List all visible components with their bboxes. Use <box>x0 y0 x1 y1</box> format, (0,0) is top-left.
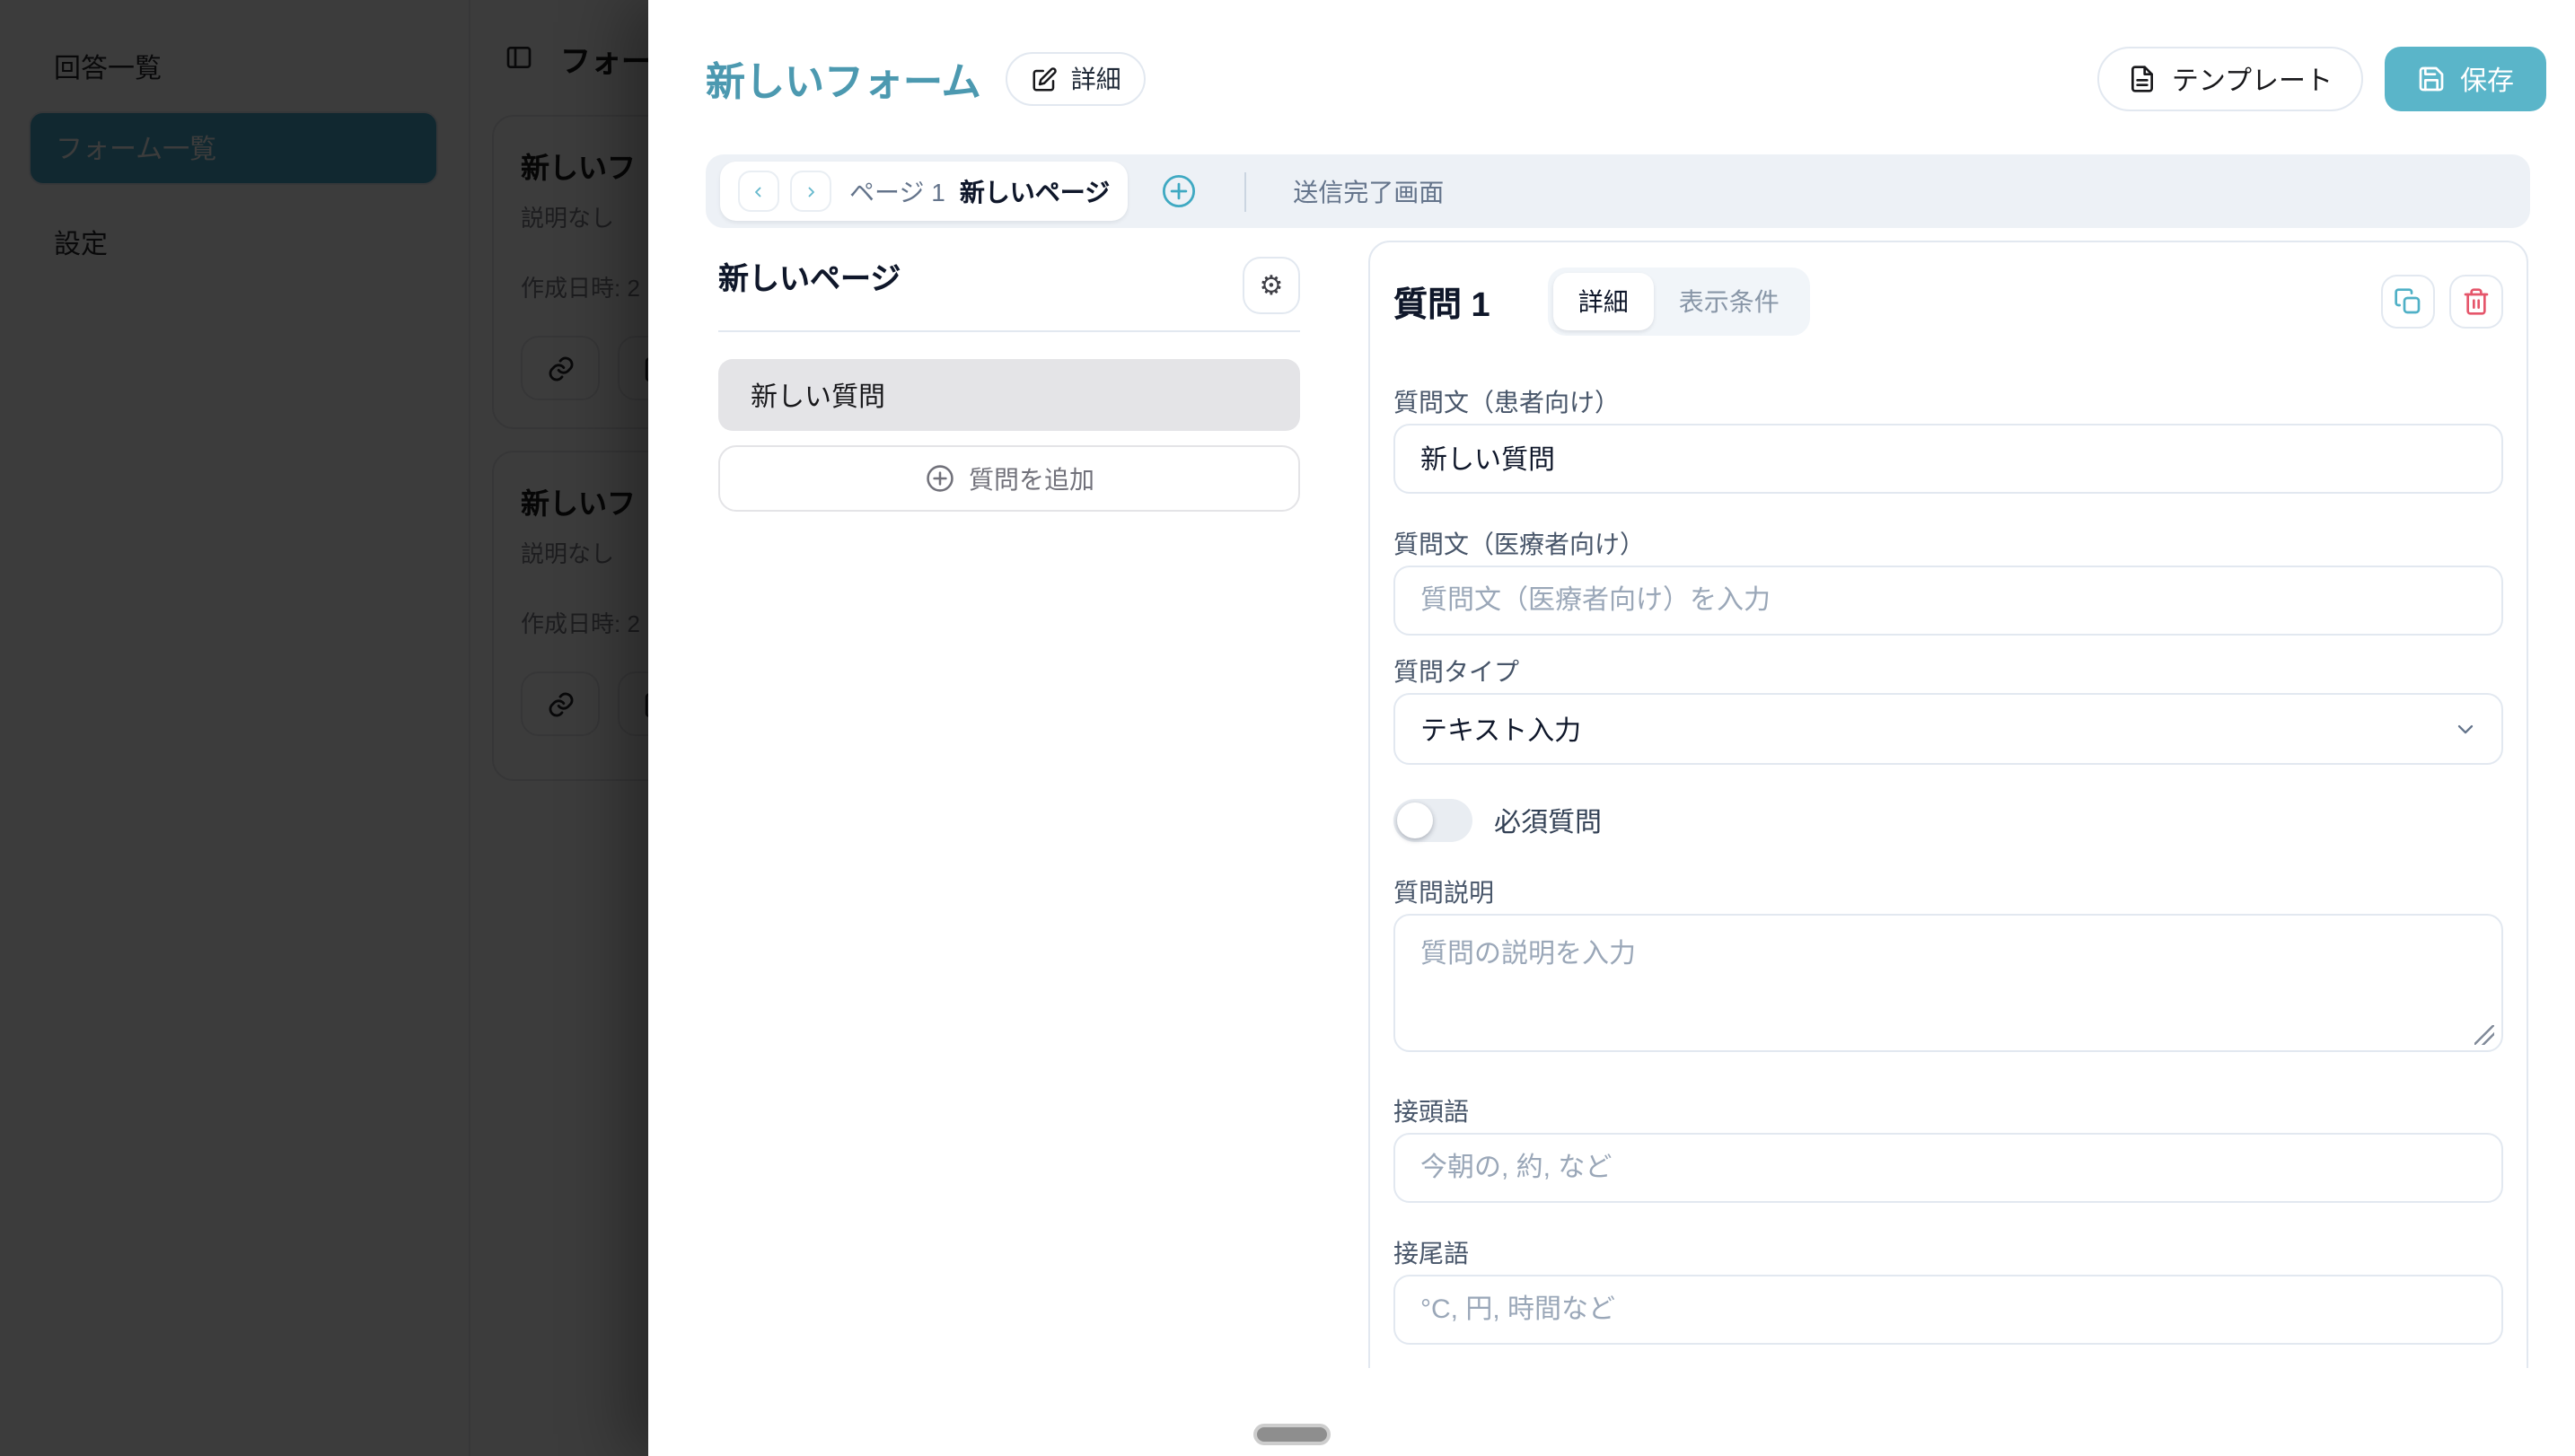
app-screen: 回答一覧 フォーム一覧 設定 フォー 新しいフ 説明なし 作成日時: 2 <box>0 0 2575 1456</box>
chevron-down-icon <box>2453 716 2478 741</box>
field-prefix: 接頭語 <box>1393 1097 2503 1203</box>
add-question-label: 質問を追加 <box>969 464 1094 493</box>
question-text-clinician-input[interactable] <box>1393 566 2503 636</box>
toggle-knob <box>1397 803 1433 838</box>
field-label: 質問文（医療者向け） <box>1393 530 1645 558</box>
tab-display-conditions[interactable]: 表示条件 <box>1654 273 1805 330</box>
page-next-button[interactable] <box>790 171 831 212</box>
field-question-text-patient: 質問文（患者向け） <box>1393 388 2503 494</box>
form-title: 新しいフォーム <box>706 59 981 104</box>
prefix-input[interactable] <box>1393 1133 2503 1203</box>
save-button[interactable]: 保存 <box>2384 47 2546 111</box>
question-title: 質問 1 <box>1393 286 1490 324</box>
current-page-tab[interactable]: ページ 1 新しいページ <box>720 162 1129 221</box>
question-list-item-label: 新しい質問 <box>751 382 886 412</box>
template-button-label: テンプレート <box>2171 66 2333 96</box>
field-question-type: 質問タイプ テキスト入力 <box>1393 657 2503 765</box>
duplicate-question-button[interactable] <box>2381 275 2435 329</box>
page-nav-bar: ページ 1 新しいページ 送信完了画面 <box>706 154 2530 228</box>
page-prev-button[interactable] <box>738 171 779 212</box>
pencil-square-icon <box>1033 66 1058 91</box>
page-panel-title: 新しいページ <box>718 262 901 296</box>
detail-button-label: 詳細 <box>1070 65 1121 93</box>
delete-question-button[interactable] <box>2449 275 2503 329</box>
field-suffix: 接尾語 <box>1393 1239 2503 1345</box>
question-panel-viewport: 質問 1 詳細 表示条件 質問文（患者向け） 新しい質問 質問文（医療者向け） … <box>1368 241 2532 1368</box>
tab-detail[interactable]: 詳細 <box>1552 273 1654 330</box>
question-tabs: 詳細 表示条件 <box>1547 268 1810 336</box>
add-question-button[interactable]: 質問を追加 <box>718 445 1300 512</box>
template-button[interactable]: テンプレート <box>2097 47 2363 111</box>
copy-icon <box>2395 288 2421 314</box>
save-icon <box>2419 66 2444 92</box>
question-panel-header: 質問 1 詳細 表示条件 <box>1393 268 2503 336</box>
field-label: 接頭語 <box>1393 1097 1469 1126</box>
divider <box>718 330 1300 332</box>
modal-header: 新しいフォーム 詳細 テンプレート 保存 <box>706 39 2546 118</box>
required-label: 必須質問 <box>1494 807 1603 838</box>
resize-grip-icon[interactable] <box>2474 1025 2494 1045</box>
trash-icon <box>2464 288 2489 315</box>
circle-plus-icon <box>1163 174 1196 208</box>
question-list-item[interactable]: 新しい質問 <box>718 359 1300 431</box>
gear-icon: ⚙ <box>1259 271 1284 302</box>
field-question-description: 質問説明 <box>1393 878 2503 1061</box>
question-description-textarea[interactable] <box>1393 914 2503 1052</box>
nav-divider <box>1244 171 1247 211</box>
page-panel: 新しいページ ⚙ 新しい質問 質問を追加 <box>718 257 1300 512</box>
page-number-label: ページ 1 <box>849 177 945 206</box>
field-label: 接尾語 <box>1393 1239 1469 1267</box>
submit-complete-screen-tab[interactable]: 送信完了画面 <box>1293 173 1444 209</box>
modal-backdrop[interactable] <box>0 0 648 1456</box>
horizontal-scrollbar-thumb[interactable] <box>1257 1427 1327 1442</box>
suffix-input[interactable] <box>1393 1275 2503 1345</box>
save-button-label: 保存 <box>2459 66 2514 96</box>
question-text-patient-input[interactable] <box>1393 424 2503 494</box>
add-page-button[interactable] <box>1160 172 1198 210</box>
page-name-label: 新しいページ <box>959 177 1111 206</box>
field-label: 質問タイプ <box>1393 657 1519 686</box>
form-editor-modal: 新しいフォーム 詳細 テンプレート 保存 ページ 1 新しいページ 送信完了画面… <box>648 0 2575 1456</box>
detail-button[interactable]: 詳細 <box>1006 52 1147 106</box>
question-type-select[interactable]: テキスト入力 <box>1393 693 2503 765</box>
field-label: 質問文（患者向け） <box>1393 388 1620 417</box>
field-question-text-clinician: 質問文（医療者向け） <box>1393 530 2503 636</box>
circle-plus-icon <box>926 465 953 492</box>
file-text-icon <box>2131 66 2154 92</box>
question-type-value: テキスト入力 <box>1420 715 1582 746</box>
field-label: 質問説明 <box>1393 878 1494 907</box>
question-panel: 質問 1 詳細 表示条件 質問文（患者向け） 新しい質問 質問文（医療者向け） … <box>1368 241 2528 1368</box>
chevron-left-icon <box>755 186 761 197</box>
field-required: 必須質問 <box>1393 799 2503 842</box>
page-settings-button[interactable]: ⚙ <box>1243 257 1300 314</box>
chevron-right-icon <box>808 186 814 197</box>
required-toggle[interactable] <box>1393 799 1472 842</box>
